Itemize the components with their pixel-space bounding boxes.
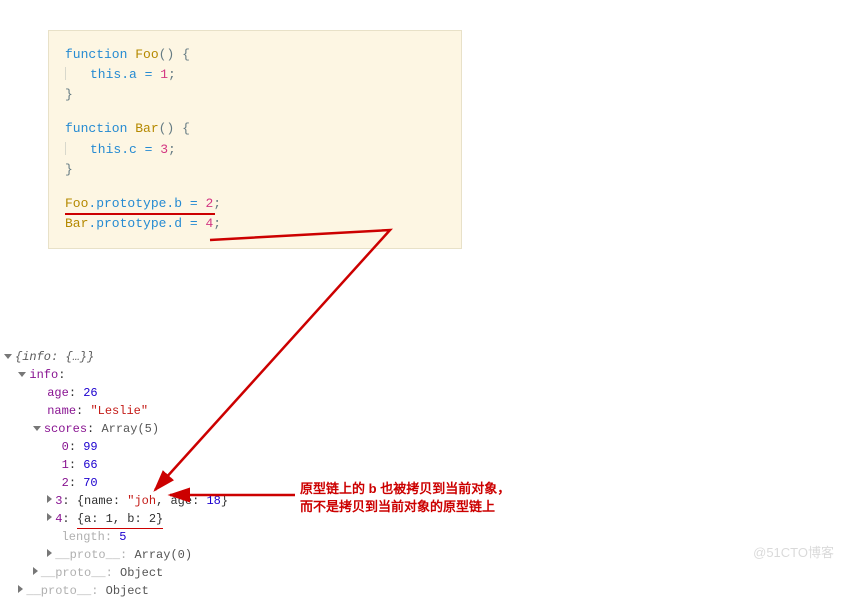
code-line: } [65,85,445,105]
watermark: @51CTO博客 [753,542,834,561]
chevron-right-icon[interactable] [47,549,52,557]
annotation-text: 原型链上的 b 也被拷贝到当前对象， 而不是拷贝到当前对象的原型链上 [300,480,510,515]
blank-line [65,180,445,194]
tree-row: age: 26 [4,384,228,402]
tree-row: name: "Leslie" [4,402,228,420]
tree-row: 2: 70 [4,474,228,492]
chevron-down-icon[interactable] [33,426,41,431]
code-line: function Bar() { [65,119,445,139]
tree-row: 0: 99 [4,438,228,456]
tree-row[interactable]: info: [4,366,228,384]
red-underline [77,528,163,530]
tree-row: 1: 66 [4,456,228,474]
tree-row[interactable]: scores: Array(5) [4,420,228,438]
code-block: function Foo() { this.a = 1; } function … [48,30,462,249]
tree-row: length: 5 [4,528,228,546]
identifier-foo: Foo [135,47,158,62]
indent-guide [65,142,66,155]
tree-row[interactable]: __proto__: Object [4,582,228,600]
code-line: function Foo() { [65,45,445,65]
chevron-down-icon[interactable] [18,372,26,377]
tree-row[interactable]: 3: {name: "joh, age: 18} [4,492,228,510]
chevron-right-icon[interactable] [33,567,38,575]
chevron-right-icon[interactable] [47,513,52,521]
indent-guide [65,67,66,80]
keyword-function: function [65,47,127,62]
code-line-foo-proto: Foo.prototype.b = 2; [65,194,445,214]
chevron-down-icon[interactable] [4,354,12,359]
annotation-line-2: 而不是拷贝到当前对象的原型链上 [300,498,510,516]
value-4: {a: 1, b: 2} [77,510,163,528]
console-output: {info: {…}} info: age: 26 name: "Leslie"… [4,348,228,600]
blank-line [65,105,445,119]
annotation-line-1: 原型链上的 b 也被拷贝到当前对象， [300,480,510,498]
tree-row[interactable]: __proto__: Array(0) [4,546,228,564]
code-line: } [65,160,445,180]
tree-row[interactable]: __proto__: Object [4,564,228,582]
identifier-bar: Bar [135,121,158,136]
code-line: this.c = 3; [65,140,445,160]
tree-row[interactable]: {info: {…}} [4,348,228,366]
chevron-right-icon[interactable] [18,585,23,593]
chevron-right-icon[interactable] [47,495,52,503]
tree-row-4[interactable]: 4: {a: 1, b: 2} [4,510,228,528]
code-line: this.a = 1; [65,65,445,85]
red-underline [65,213,215,215]
code-line-bar-proto: Bar.prototype.d = 4; [65,214,445,234]
